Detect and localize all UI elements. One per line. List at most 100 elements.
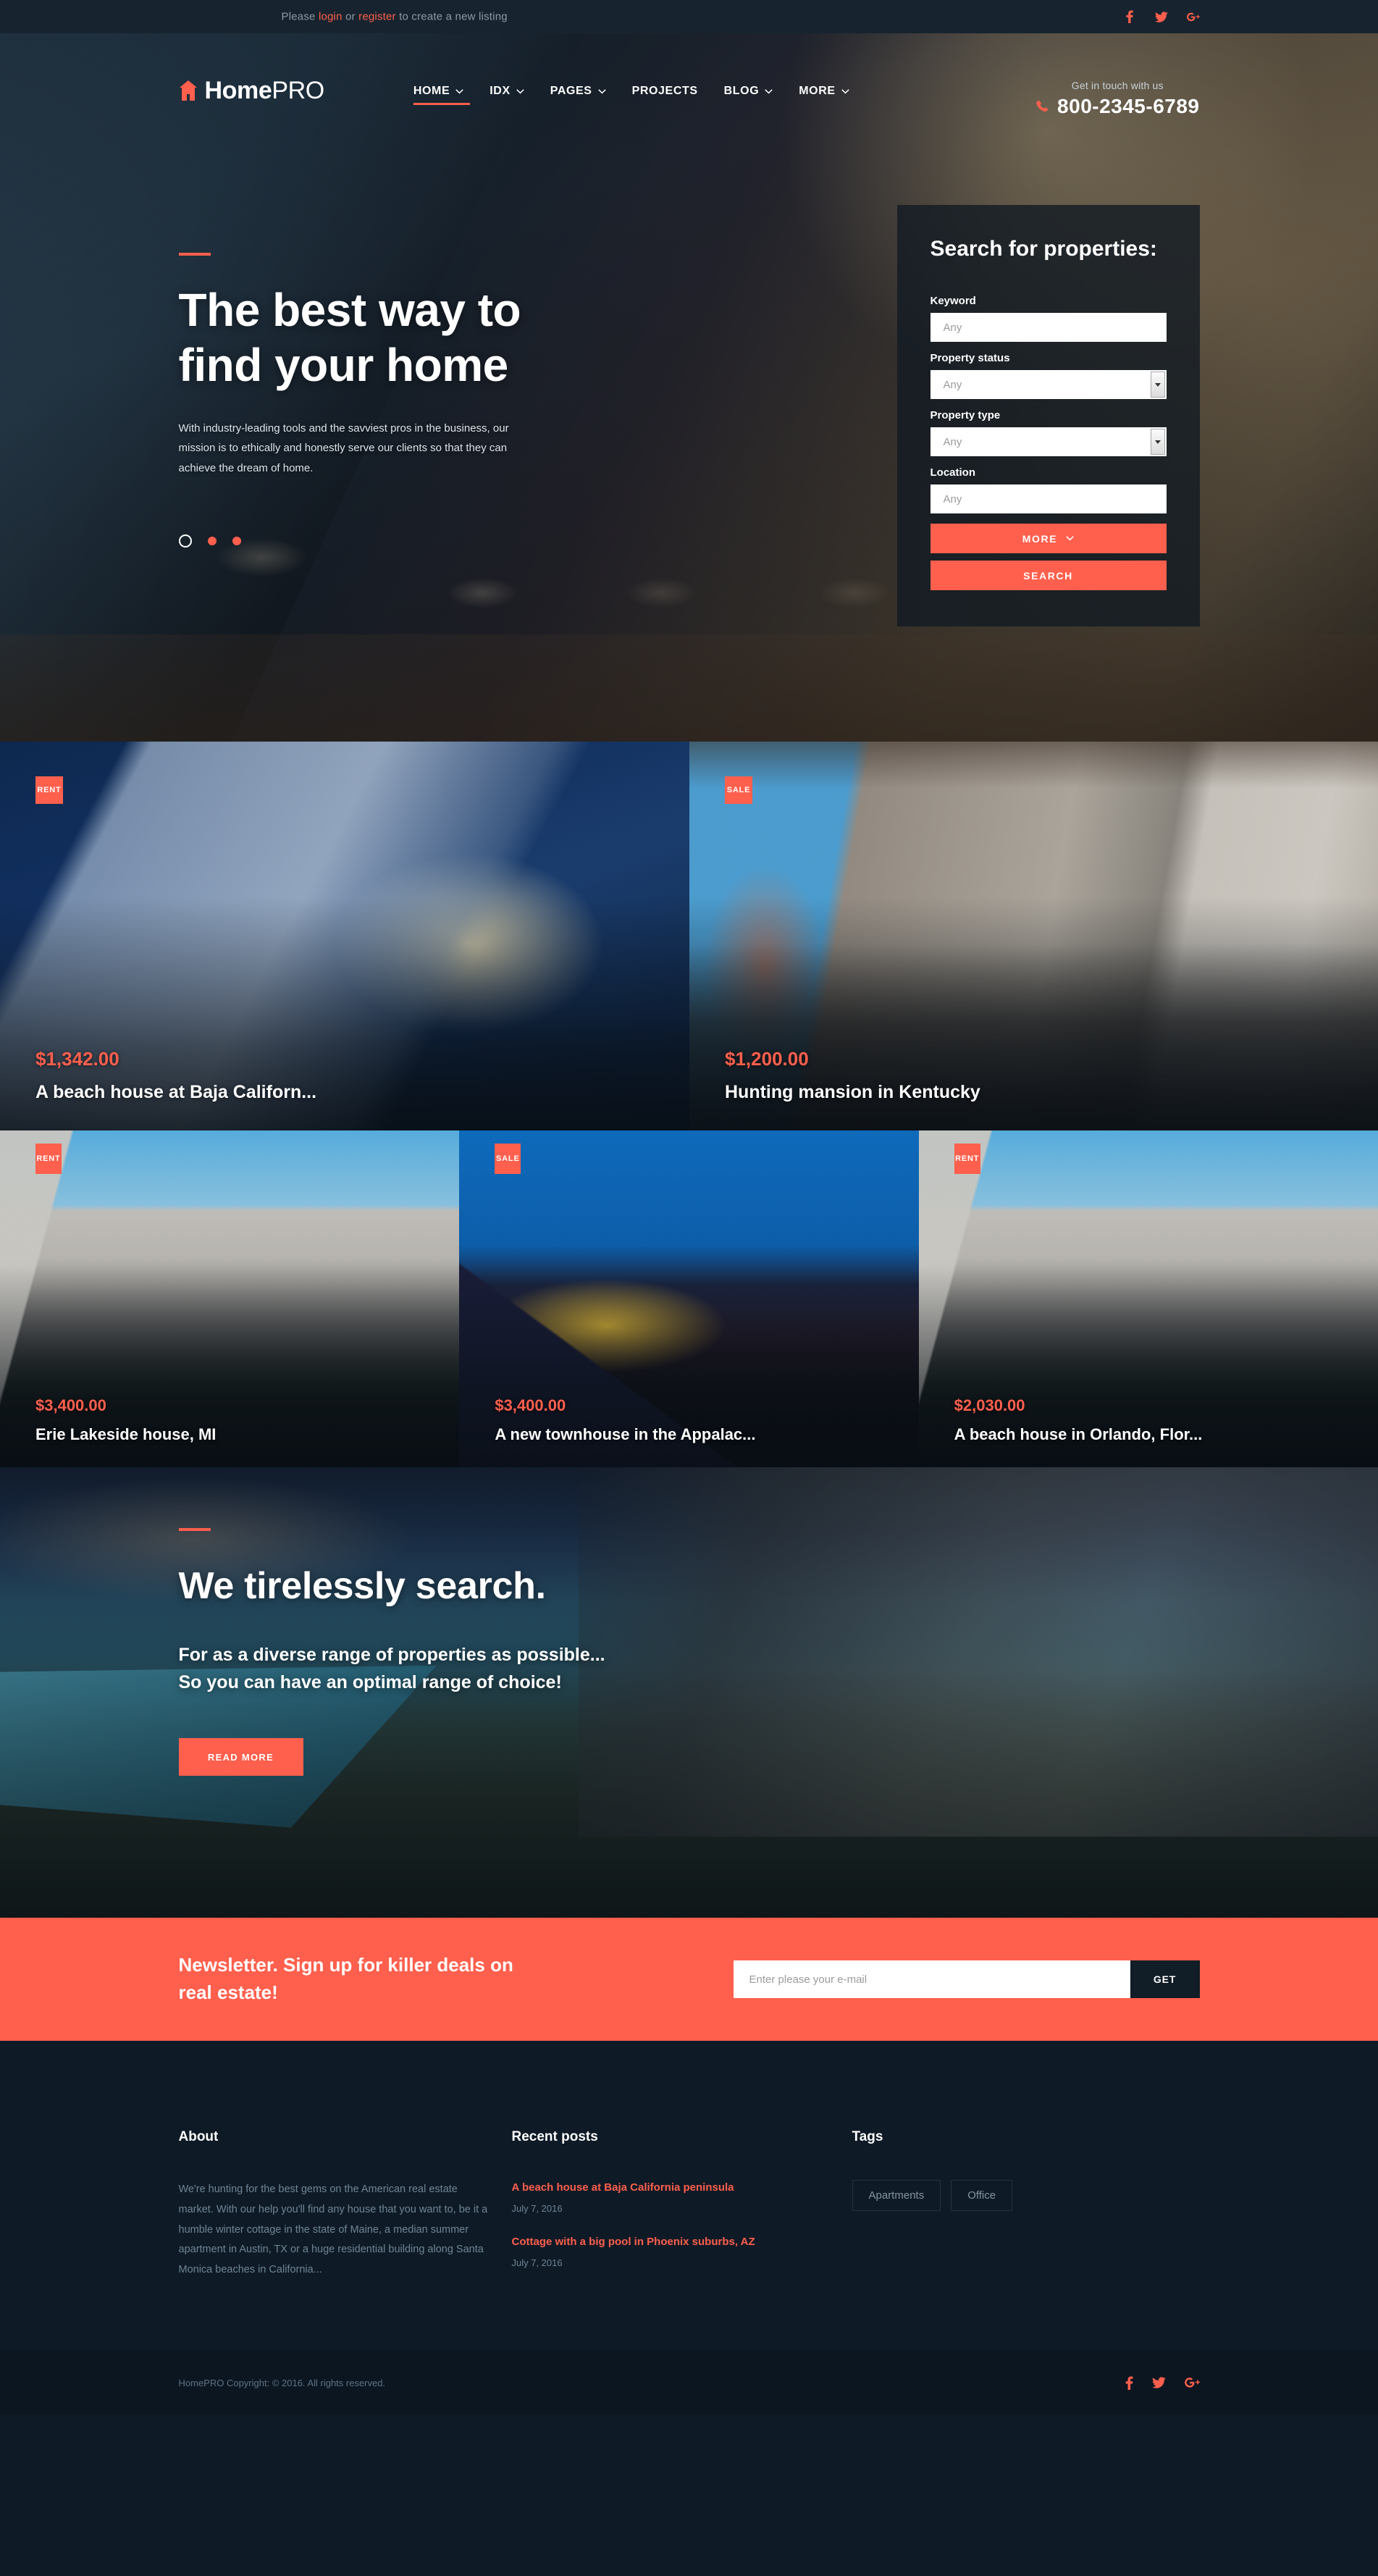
property-card[interactable]: SALE $3,400.00 A new townhouse in the Ap… bbox=[459, 1130, 919, 1467]
twitter-icon[interactable] bbox=[1151, 2377, 1166, 2388]
property-price: $1,342.00 bbox=[35, 1048, 119, 1070]
property-card[interactable]: RENT $3,400.00 Erie Lakeside house, MI bbox=[0, 1130, 460, 1467]
search-button-label: SEARCH bbox=[1023, 569, 1073, 582]
login-link[interactable]: login bbox=[319, 11, 343, 23]
footer: About We're hunting for the best gems on… bbox=[0, 2041, 1378, 2351]
tag-item[interactable]: Apartments bbox=[852, 2180, 941, 2211]
slider-dot-1[interactable] bbox=[178, 534, 192, 547]
chevron-down-icon bbox=[516, 88, 524, 93]
property-title: A new townhouse in the Appalac... bbox=[495, 1425, 756, 1443]
facebook-icon[interactable] bbox=[1125, 2376, 1133, 2390]
chevron-down-icon bbox=[455, 88, 463, 93]
chevron-down-icon bbox=[597, 88, 606, 93]
copyright-text: HomePRO Copyright: © 2016. All rights re… bbox=[178, 2377, 386, 2388]
nav-label: MORE bbox=[799, 85, 836, 97]
logo-home: Home bbox=[204, 77, 272, 104]
tag-item[interactable]: Office bbox=[951, 2180, 1013, 2211]
accent-rule bbox=[178, 1528, 211, 1531]
location-input[interactable] bbox=[930, 484, 1167, 514]
footer-about-title: About bbox=[178, 2129, 219, 2144]
register-link[interactable]: register bbox=[358, 11, 396, 23]
nav-items: HOME IDX PAGES PROJECTS BLOG MORE bbox=[413, 78, 849, 105]
property-title: Hunting mansion in Kentucky bbox=[725, 1082, 980, 1102]
chevron-down-icon[interactable] bbox=[1150, 372, 1165, 398]
accent-rule bbox=[178, 253, 211, 256]
newsletter-email-input[interactable] bbox=[733, 1960, 1130, 1998]
property-card[interactable]: SALE $1,200.00 Hunting mansion in Kentuc… bbox=[689, 742, 1378, 1130]
footer-posts-title: Recent posts bbox=[511, 2129, 598, 2144]
tireless-section: We tirelessly search. For as a diverse r… bbox=[0, 1467, 1378, 1918]
property-meta: $3,400.00 A new townhouse in the Appalac… bbox=[495, 1396, 755, 1444]
slider-dot-3[interactable] bbox=[232, 536, 241, 545]
listing-notice: Please login or register to create a new… bbox=[282, 11, 508, 23]
location-label: Location bbox=[930, 466, 976, 479]
read-more-button[interactable]: READ MORE bbox=[178, 1738, 303, 1776]
recent-post-item: A beach house at Baja California peninsu… bbox=[512, 2180, 831, 2214]
hero-title: The best way to find your home bbox=[179, 283, 729, 393]
google-plus-icon[interactable] bbox=[1186, 9, 1200, 24]
nav-item-idx[interactable]: IDX bbox=[490, 85, 524, 105]
keyword-field-group: Keyword bbox=[930, 295, 1167, 343]
nav-label: IDX bbox=[490, 85, 511, 97]
search-button[interactable]: SEARCH bbox=[930, 561, 1167, 591]
property-status-value: Any bbox=[943, 378, 962, 391]
recent-post-link[interactable]: A beach house at Baja California peninsu… bbox=[512, 2180, 831, 2195]
newsletter-title-line1: Newsletter. Sign up for killer deals on bbox=[178, 1954, 513, 1976]
nav-item-pages[interactable]: PAGES bbox=[550, 85, 606, 105]
footer-about-text: We're hunting for the best gems on the A… bbox=[178, 2183, 488, 2276]
twitter-icon[interactable] bbox=[1154, 9, 1168, 24]
property-price: $1,200.00 bbox=[725, 1048, 809, 1070]
nav-item-projects[interactable]: PROJECTS bbox=[632, 85, 698, 105]
property-card[interactable]: RENT $1,342.00 A beach house at Baja Cal… bbox=[0, 742, 689, 1130]
property-price: $2,030.00 bbox=[954, 1396, 1025, 1414]
top-bar: Please login or register to create a new… bbox=[0, 0, 1378, 33]
property-grid-row-2: RENT $3,400.00 Erie Lakeside house, MI S… bbox=[0, 1130, 1378, 1467]
more-button[interactable]: MORE bbox=[930, 524, 1167, 554]
recent-post-link[interactable]: Cottage with a big pool in Phoenix subur… bbox=[512, 2234, 831, 2249]
chevron-down-icon bbox=[841, 88, 849, 93]
tag-list: Apartments Office bbox=[852, 2180, 1142, 2211]
newsletter-title-line2: real estate! bbox=[178, 1981, 278, 2003]
status-badge: RENT bbox=[954, 1144, 980, 1174]
recent-post-date: July 7, 2016 bbox=[511, 2257, 563, 2268]
newsletter-submit-button[interactable]: GET bbox=[1130, 1960, 1200, 1998]
tireless-subtitle: For as a diverse range of properties as … bbox=[179, 1641, 1200, 1696]
phone-text: 800-2345-6789 bbox=[1057, 95, 1200, 117]
home-icon bbox=[179, 80, 197, 101]
newsletter-title: Newsletter. Sign up for killer deals on … bbox=[179, 1952, 513, 2006]
nav-item-more[interactable]: MORE bbox=[799, 85, 849, 105]
phone-number[interactable]: 800-2345-6789 bbox=[1035, 95, 1199, 118]
nav-item-home[interactable]: HOME bbox=[413, 85, 471, 105]
property-type-select[interactable]: Any bbox=[930, 427, 1167, 457]
footer-about-column: About We're hunting for the best gems on… bbox=[179, 2129, 490, 2288]
site-logo[interactable]: HomePRO bbox=[179, 78, 324, 103]
property-status-label: Property status bbox=[930, 352, 1010, 365]
footer-tags-column: Tags Apartments Office bbox=[852, 2129, 1142, 2288]
keyword-input[interactable] bbox=[930, 313, 1167, 343]
property-meta: $2,030.00 A beach house in Orlando, Flor… bbox=[954, 1396, 1203, 1444]
nav-item-blog[interactable]: BLOG bbox=[724, 85, 773, 105]
main-navigation: HomePRO HOME IDX PAGES PROJECTS BLOG MOR… bbox=[179, 33, 1200, 118]
phone-icon bbox=[1036, 100, 1049, 112]
hero-title-line2: find your home bbox=[178, 338, 509, 391]
logo-pro: PRO bbox=[272, 77, 324, 104]
property-grid-row-1: RENT $1,342.00 A beach house at Baja Cal… bbox=[0, 742, 1378, 1130]
google-plus-icon[interactable] bbox=[1184, 2377, 1200, 2388]
status-field-group: Property status Any bbox=[930, 352, 1167, 400]
hero-subtitle: With industry-leading tools and the savv… bbox=[178, 422, 509, 474]
facebook-icon[interactable] bbox=[1123, 9, 1136, 24]
location-field-group: Location bbox=[930, 466, 1167, 514]
notice-suffix: to create a new listing bbox=[395, 10, 508, 23]
bottom-bar: HomePRO Copyright: © 2016. All rights re… bbox=[0, 2351, 1378, 2415]
chevron-down-icon bbox=[765, 88, 773, 93]
newsletter-section: Newsletter. Sign up for killer deals on … bbox=[0, 1918, 1378, 2041]
recent-post-date: July 7, 2016 bbox=[511, 2203, 563, 2214]
property-search-panel: Search for properties: Keyword Property … bbox=[896, 205, 1200, 627]
slider-dot-2[interactable] bbox=[207, 536, 217, 545]
type-field-group: Property type Any bbox=[930, 409, 1167, 457]
property-card[interactable]: RENT $2,030.00 A beach house in Orlando,… bbox=[918, 1130, 1378, 1467]
property-meta: $1,200.00 Hunting mansion in Kentucky bbox=[725, 1048, 980, 1103]
property-status-select[interactable]: Any bbox=[930, 370, 1167, 400]
chevron-down-icon[interactable] bbox=[1150, 429, 1165, 456]
recent-post-item: Cottage with a big pool in Phoenix subur… bbox=[512, 2234, 831, 2268]
